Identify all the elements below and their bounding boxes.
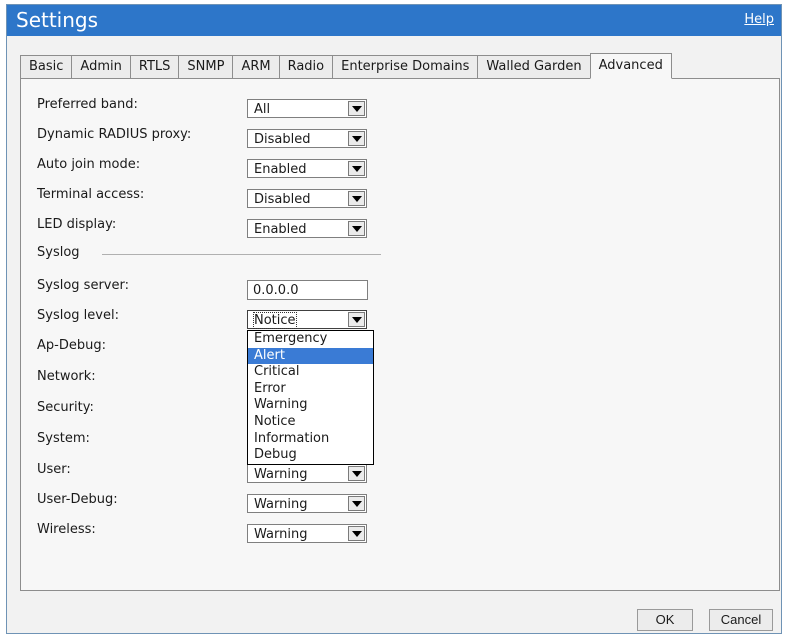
cancel-button[interactable]: Cancel: [709, 609, 773, 631]
led-display-label: LED display:: [37, 217, 117, 232]
syslog-level-label: Syslog level:: [37, 308, 119, 323]
help-link[interactable]: Help: [744, 12, 774, 27]
ok-button[interactable]: OK: [637, 609, 693, 631]
option-error[interactable]: Error: [248, 381, 373, 398]
terminal-access-select[interactable]: Disabled: [247, 189, 367, 208]
tab-arm[interactable]: ARM: [232, 55, 279, 79]
wireless-label: Wireless:: [37, 522, 96, 537]
security-label: Security:: [37, 400, 94, 415]
syslog-level-select[interactable]: Notice: [247, 310, 367, 329]
user-level-value: Warning: [254, 467, 308, 482]
syslog-divider: [102, 254, 381, 255]
dynamic-radius-proxy-select[interactable]: Disabled: [247, 129, 367, 148]
syslog-level-dropdown-list: Emergency Alert Critical Error Warning N…: [247, 330, 374, 465]
option-alert[interactable]: Alert: [248, 347, 373, 365]
terminal-access-label: Terminal access:: [37, 187, 145, 202]
chevron-down-icon: [348, 496, 365, 511]
led-display-select[interactable]: Enabled: [247, 219, 367, 238]
chevron-down-icon: [348, 131, 365, 146]
tab-basic[interactable]: Basic: [20, 55, 72, 79]
option-notice[interactable]: Notice: [248, 414, 373, 431]
preferred-band-value: All: [254, 102, 271, 117]
option-critical[interactable]: Critical: [248, 364, 373, 381]
tab-radio[interactable]: Radio: [278, 55, 333, 79]
chevron-down-icon: [348, 101, 365, 116]
user-label: User:: [37, 462, 71, 477]
system-label: System:: [37, 431, 90, 446]
option-emergency[interactable]: Emergency: [248, 331, 373, 348]
auto-join-mode-select[interactable]: Enabled: [247, 159, 367, 178]
tab-admin[interactable]: Admin: [71, 55, 130, 79]
title-bar: Settings Help: [7, 5, 781, 36]
chevron-down-icon: [348, 191, 365, 206]
dynamic-radius-proxy-label: Dynamic RADIUS proxy:: [37, 127, 192, 142]
tab-walled-garden[interactable]: Walled Garden: [477, 55, 590, 79]
syslog-server-input[interactable]: [247, 280, 368, 300]
tab-snmp[interactable]: SNMP: [178, 55, 233, 79]
settings-dialog: Settings Help Basic Admin RTLS SNMP ARM …: [6, 4, 782, 634]
user-level-select[interactable]: Warning: [247, 464, 367, 483]
tab-rtls[interactable]: RTLS: [129, 55, 179, 79]
advanced-panel: [20, 78, 780, 591]
option-information[interactable]: Information: [248, 431, 373, 448]
tab-bar: Basic Admin RTLS SNMP ARM Radio Enterpri…: [20, 53, 672, 79]
preferred-band-select[interactable]: All: [247, 99, 367, 118]
user-debug-level-value: Warning: [254, 497, 308, 512]
auto-join-mode-value: Enabled: [254, 162, 307, 177]
network-label: Network:: [37, 369, 96, 384]
led-display-value: Enabled: [254, 222, 307, 237]
dialog-title: Settings: [16, 8, 99, 32]
preferred-band-label: Preferred band:: [37, 97, 138, 112]
wireless-level-value: Warning: [254, 527, 308, 542]
tab-advanced[interactable]: Advanced: [589, 53, 672, 79]
terminal-access-value: Disabled: [254, 192, 311, 207]
auto-join-mode-label: Auto join mode:: [37, 157, 141, 172]
syslog-level-value: Notice: [253, 312, 297, 329]
tab-enterprise-domains[interactable]: Enterprise Domains: [332, 55, 478, 79]
wireless-level-select[interactable]: Warning: [247, 524, 367, 543]
syslog-server-label: Syslog server:: [37, 278, 129, 293]
chevron-down-icon: [348, 312, 365, 327]
chevron-down-icon: [348, 526, 365, 541]
chevron-down-icon: [348, 466, 365, 481]
chevron-down-icon: [348, 221, 365, 236]
chevron-down-icon: [348, 161, 365, 176]
ap-debug-label: Ap-Debug:: [37, 338, 106, 353]
syslog-section-label: Syslog: [37, 245, 80, 260]
user-debug-level-select[interactable]: Warning: [247, 494, 367, 513]
option-warning[interactable]: Warning: [248, 397, 373, 414]
user-debug-label: User-Debug:: [37, 492, 118, 507]
option-debug[interactable]: Debug: [248, 447, 373, 464]
dynamic-radius-proxy-value: Disabled: [254, 132, 311, 147]
